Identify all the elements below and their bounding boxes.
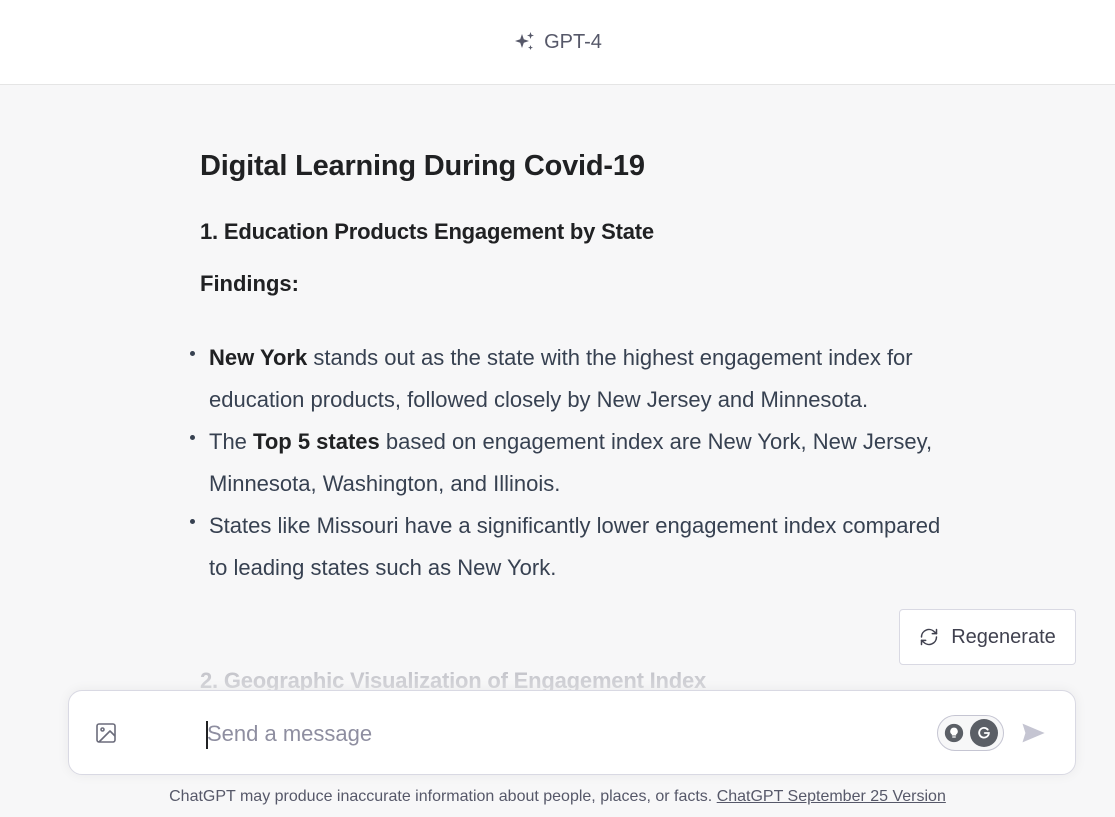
bullet-text: States like Missouri have a significantl… [209,513,941,580]
list-item: The Top 5 states based on engagement ind… [190,421,945,505]
model-name: GPT-4 [544,30,602,53]
message-title: Digital Learning During Covid-19 [200,150,645,182]
grammarly-icon[interactable] [969,719,998,747]
footer-disclaimer: ChatGPT may produce inaccurate informati… [0,788,1115,806]
regenerate-button[interactable]: Regenerate [899,609,1076,665]
list-item: New York stands out as the state with th… [190,337,945,421]
message-input[interactable] [207,715,967,753]
message-composer [68,690,1076,775]
bullet-bold-text: New York [209,345,308,370]
refresh-icon [920,628,938,646]
send-icon[interactable] [1019,719,1047,747]
extension-pill[interactable] [937,715,1004,751]
findings-label: Findings: [200,271,299,296]
bullet-bold-text: Top 5 states [253,429,380,454]
sparkle-icon [515,32,535,50]
list-item: States like Missouri have a significantl… [190,505,945,589]
bullet-text: The [209,429,254,454]
top-bar: GPT-4 [0,0,1115,85]
lightbulb-icon[interactable] [944,723,964,743]
assistant-message: Digital Learning During Covid-19 1. Educ… [190,150,960,589]
section-heading: 1. Education Products Engagement by Stat… [200,219,654,244]
findings-list: New York stands out as the state with th… [190,337,945,589]
regenerate-label: Regenerate [951,625,1056,648]
disclaimer-text: ChatGPT may produce inaccurate informati… [169,788,713,805]
version-link[interactable]: ChatGPT September 25 Version [717,788,946,805]
model-selector[interactable]: GPT-4 [513,30,602,54]
image-icon[interactable] [94,721,118,745]
bullet-text: stands out as the state with the highest… [209,345,913,412]
